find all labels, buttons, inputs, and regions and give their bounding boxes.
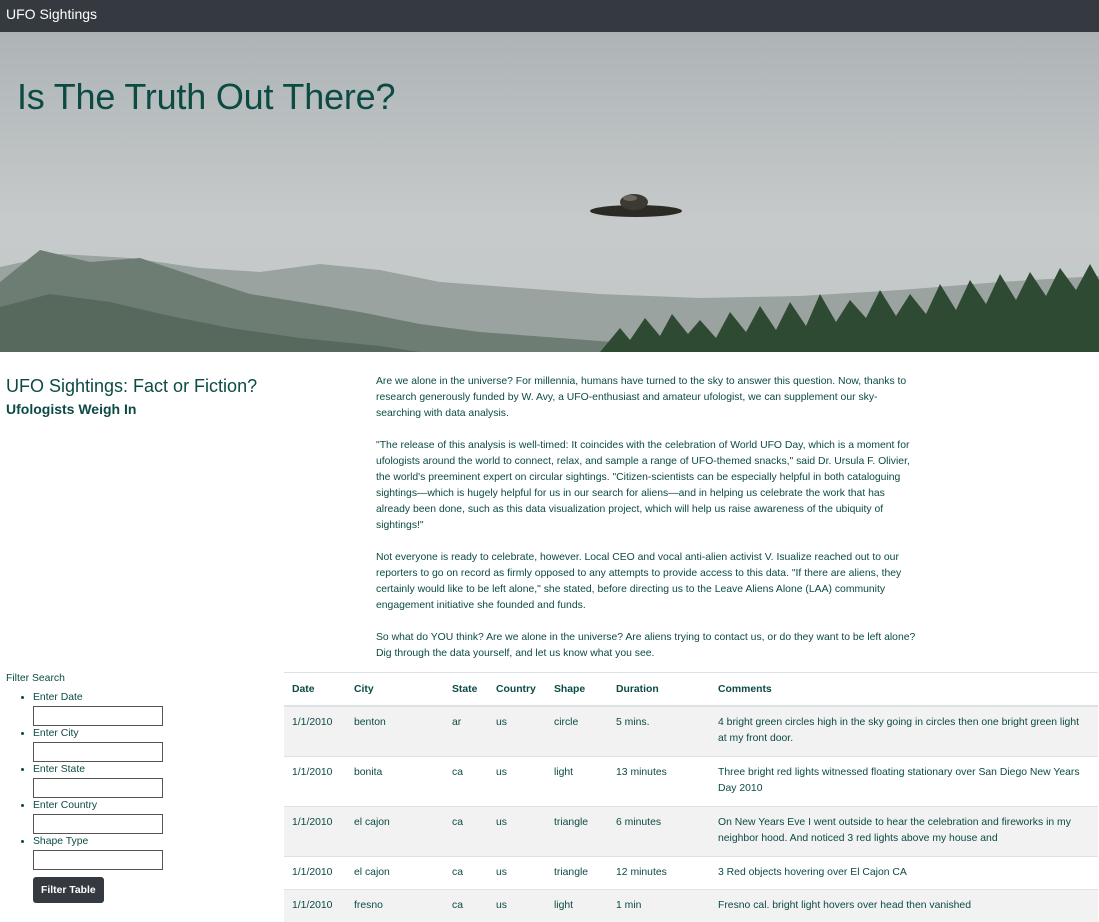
section-subtitle: Ufologists Weigh In bbox=[6, 401, 136, 417]
country-input[interactable] bbox=[33, 814, 163, 834]
filter-city-label: Enter City bbox=[33, 728, 276, 742]
state-input[interactable] bbox=[33, 778, 163, 798]
cell-city: el cajon bbox=[346, 857, 444, 890]
cell-city: benton bbox=[346, 706, 444, 757]
cell-shape: triangle bbox=[546, 807, 608, 857]
column-header-comments[interactable]: Comments bbox=[710, 673, 1098, 707]
hero-title: Is The Truth Out There? bbox=[17, 76, 395, 118]
cell-comments: Fresno cal. bright light hovers over hea… bbox=[710, 890, 1098, 922]
cell-date: 1/1/2010 bbox=[284, 757, 346, 807]
cell-comments: 4 bright green circles high in the sky g… bbox=[710, 706, 1098, 757]
cell-comments: 3 Red objects hovering over El Cajon CA bbox=[710, 857, 1098, 890]
article-paragraph: Are we alone in the universe? For millen… bbox=[376, 374, 918, 422]
column-header-state[interactable]: State bbox=[444, 673, 488, 707]
city-input[interactable] bbox=[33, 742, 163, 762]
table-header-row: Date City State Country Shape Duration C… bbox=[284, 673, 1098, 707]
cell-country: us bbox=[488, 757, 546, 807]
filter-state-label: Enter State bbox=[33, 764, 276, 778]
filter-item-country: Enter Country bbox=[33, 800, 276, 836]
cell-comments: On New Years Eve I went outside to hear … bbox=[710, 807, 1098, 857]
filter-list: Enter Date Enter City Enter State Enter … bbox=[6, 692, 276, 872]
filter-table-button[interactable]: Filter Table bbox=[33, 877, 104, 903]
cell-state: ca bbox=[444, 890, 488, 922]
filter-item-shape: Shape Type bbox=[33, 836, 276, 872]
column-header-date[interactable]: Date bbox=[284, 673, 346, 707]
cell-country: us bbox=[488, 706, 546, 757]
table-row: 1/1/2010 el cajon ca us triangle 6 minut… bbox=[284, 807, 1098, 857]
table-row: 1/1/2010 fresno ca us light 1 min Fresno… bbox=[284, 890, 1098, 922]
cell-shape: circle bbox=[546, 706, 608, 757]
filter-item-state: Enter State bbox=[33, 764, 276, 800]
cell-country: us bbox=[488, 857, 546, 890]
navbar: UFO Sightings bbox=[0, 0, 1099, 32]
cell-duration: 6 minutes bbox=[608, 807, 710, 857]
navbar-brand[interactable]: UFO Sightings bbox=[6, 6, 97, 22]
article-paragraph: So what do YOU think? Are we alone in th… bbox=[376, 630, 918, 662]
cell-country: us bbox=[488, 807, 546, 857]
cell-duration: 1 min bbox=[608, 890, 710, 922]
cell-date: 1/1/2010 bbox=[284, 890, 346, 922]
column-header-country[interactable]: Country bbox=[488, 673, 546, 707]
cell-state: ca bbox=[444, 807, 488, 857]
shape-input[interactable] bbox=[33, 850, 163, 870]
cell-city: fresno bbox=[346, 890, 444, 922]
column-header-shape[interactable]: Shape bbox=[546, 673, 608, 707]
cell-duration: 13 minutes bbox=[608, 757, 710, 807]
filter-item-date: Enter Date bbox=[33, 692, 276, 728]
cell-comments: Three bright red lights witnessed floati… bbox=[710, 757, 1098, 807]
cell-date: 1/1/2010 bbox=[284, 857, 346, 890]
filter-date-label: Enter Date bbox=[33, 692, 276, 706]
cell-duration: 5 mins. bbox=[608, 706, 710, 757]
ufo-table-container: Date City State Country Shape Duration C… bbox=[284, 672, 1098, 922]
cell-city: bonita bbox=[346, 757, 444, 807]
article-paragraph: Not everyone is ready to celebrate, howe… bbox=[376, 550, 918, 614]
date-input[interactable] bbox=[33, 706, 163, 726]
table-row: 1/1/2010 bonita ca us light 13 minutes T… bbox=[284, 757, 1098, 807]
filter-item-city: Enter City bbox=[33, 728, 276, 764]
cell-state: ar bbox=[444, 706, 488, 757]
cell-state: ca bbox=[444, 757, 488, 807]
section-title: UFO Sightings: Fact or Fiction? bbox=[6, 376, 257, 397]
filter-shape-label: Shape Type bbox=[33, 836, 276, 850]
cell-shape: triangle bbox=[546, 857, 608, 890]
cell-duration: 12 minutes bbox=[608, 857, 710, 890]
hero-banner: Is The Truth Out There? bbox=[0, 32, 1099, 352]
filter-panel: Filter Search Enter Date Enter City Ente… bbox=[6, 673, 276, 872]
cell-country: us bbox=[488, 890, 546, 922]
filter-country-label: Enter Country bbox=[33, 800, 276, 814]
cell-date: 1/1/2010 bbox=[284, 807, 346, 857]
cell-state: ca bbox=[444, 857, 488, 890]
article-body: Are we alone in the universe? For millen… bbox=[376, 374, 918, 678]
ufo-table: Date City State Country Shape Duration C… bbox=[284, 672, 1098, 922]
cell-date: 1/1/2010 bbox=[284, 706, 346, 757]
article-paragraph: "The release of this analysis is well-ti… bbox=[376, 438, 918, 534]
column-header-duration[interactable]: Duration bbox=[608, 673, 710, 707]
table-row: 1/1/2010 benton ar us circle 5 mins. 4 b… bbox=[284, 706, 1098, 757]
cell-shape: light bbox=[546, 890, 608, 922]
cell-city: el cajon bbox=[346, 807, 444, 857]
column-header-city[interactable]: City bbox=[346, 673, 444, 707]
table-row: 1/1/2010 el cajon ca us triangle 12 minu… bbox=[284, 857, 1098, 890]
cell-shape: light bbox=[546, 757, 608, 807]
filter-title: Filter Search bbox=[6, 673, 276, 684]
